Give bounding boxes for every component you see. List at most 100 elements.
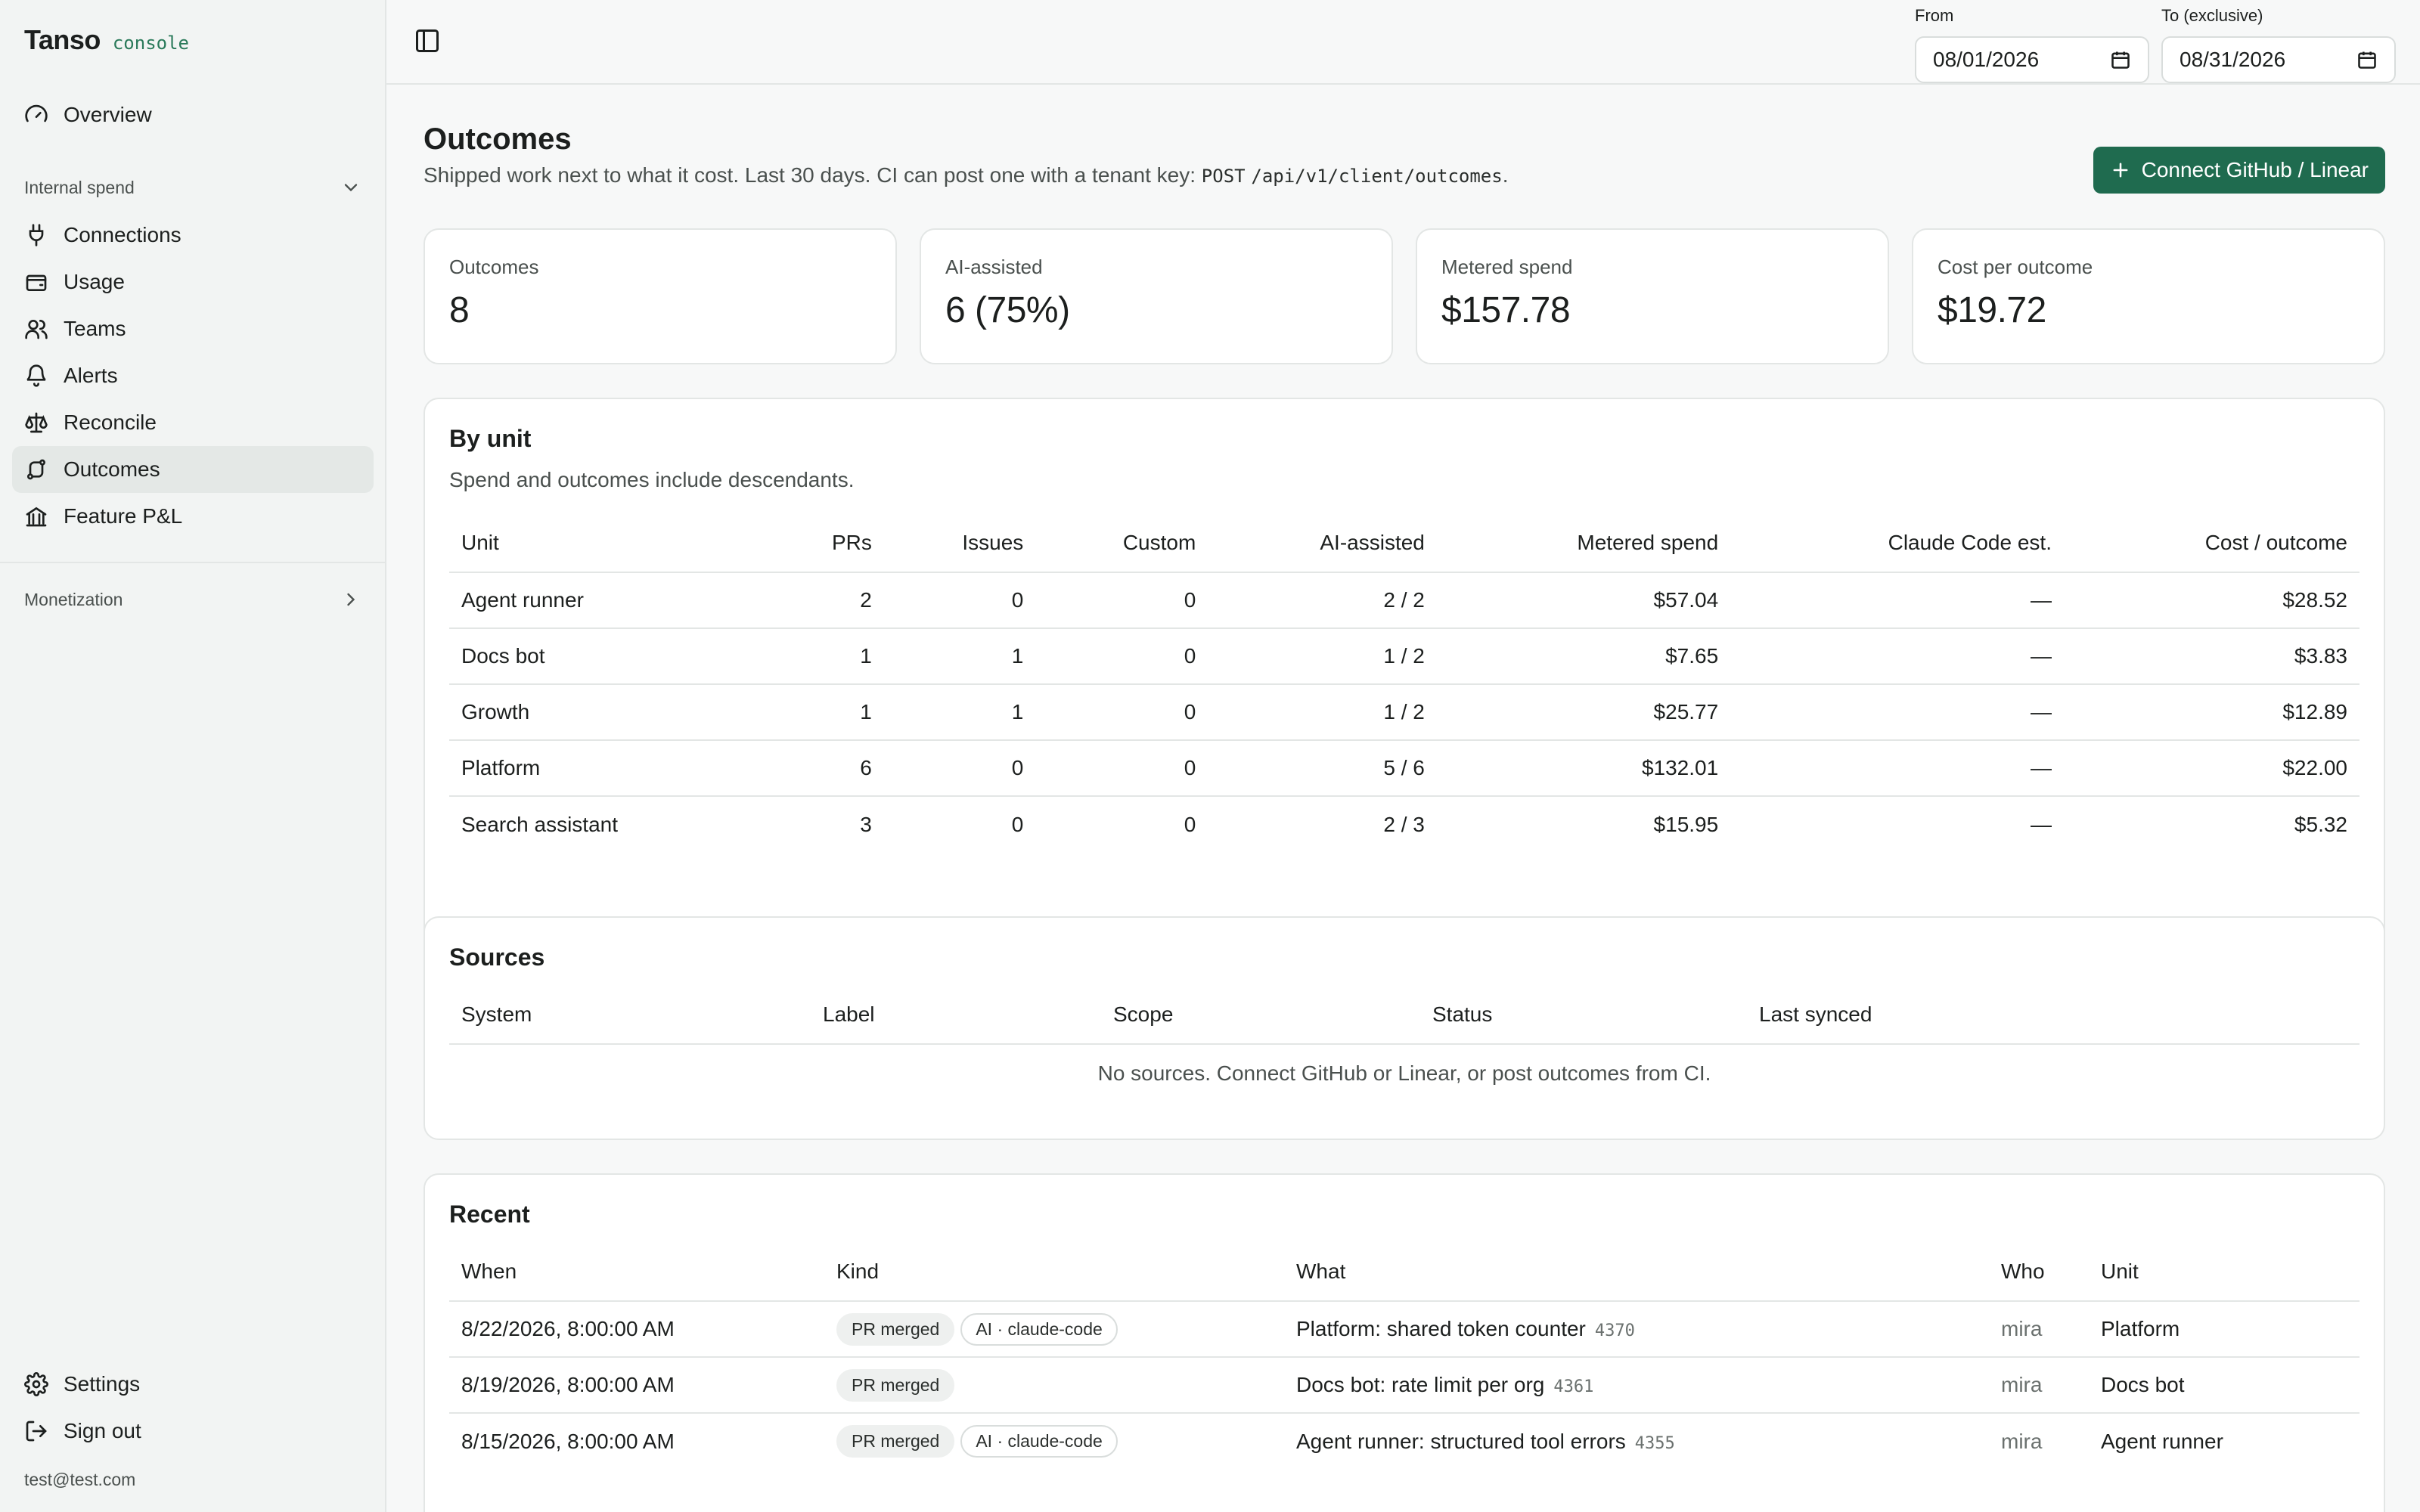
table-row[interactable]: Docs bot 1 1 0 1 / 2 $7.65 — $3.83 (449, 628, 2360, 685)
sidebar-divider (0, 562, 385, 563)
table-header-row: Unit PRs Issues Custom AI-assisted Meter… (449, 513, 2360, 573)
cell: 0 (883, 740, 1036, 797)
endpoint-path: /api/v1/client/outcomes (1251, 166, 1503, 187)
connect-github-linear-button[interactable]: Connect GitHub / Linear (2093, 147, 2385, 194)
col-when: When (449, 1242, 824, 1302)
card-title: Recent (449, 1201, 530, 1228)
kind-badge: PR merged (836, 1368, 955, 1402)
nav-top: Overview (12, 91, 374, 138)
sidebar-item-label: Settings (64, 1372, 141, 1396)
sidebar-item-label: Teams (64, 317, 126, 340)
sidebar-item-connections[interactable]: Connections (12, 212, 374, 259)
user-email: test@test.com (24, 1470, 136, 1489)
from-label: From (1915, 6, 1954, 25)
to-date-value: 08/31/2026 (2180, 48, 2286, 71)
cell: 1 (770, 628, 884, 685)
cell-what[interactable]: Docs bot: rate limit per org 4361 (1284, 1357, 1989, 1414)
cell: Docs bot (449, 628, 771, 685)
cell-when: 8/15/2026, 8:00:00 AM (461, 1429, 675, 1453)
col-who: Who (1989, 1242, 2089, 1302)
col-what: What (1284, 1242, 1989, 1302)
kind-badge: PR merged (836, 1312, 955, 1346)
users-icon (25, 320, 48, 339)
sidebar-item-label: Connections (64, 223, 182, 246)
cell: — (1730, 572, 2064, 629)
sidebar-item-usage[interactable]: Usage (12, 259, 374, 305)
to-date-input[interactable]: 08/31/2026 (2161, 36, 2396, 83)
stat-card-metered-spend: Metered spend $157.78 (1416, 228, 1889, 364)
sidebar-item-overview[interactable]: Overview (12, 91, 374, 138)
subtitle-end: . (1502, 163, 1509, 187)
brand[interactable]: Tanso console (24, 24, 189, 56)
cell: $3.83 (2063, 628, 2360, 685)
topbar: From 08/01/2026 To (exclusive) 08/31/202… (386, 0, 2420, 85)
connect-button-label: Connect GitHub / Linear (2141, 158, 2369, 181)
cell: 1 / 2 (1208, 628, 1437, 685)
subtitle-text: Shipped work next to what it cost. Last … (424, 163, 1196, 187)
sources-table: System Label Scope Status Last synced No… (449, 985, 2360, 1101)
sidebar-item-reconcile[interactable]: Reconcile (12, 399, 374, 446)
table-row[interactable]: Growth 1 1 0 1 / 2 $25.77 — $12.89 (449, 684, 2360, 741)
recent-table: When Kind What Who Unit 8/22/2026, 8:00:… (449, 1242, 2360, 1469)
cell: 1 (770, 684, 884, 741)
col-metered-spend: Metered spend (1436, 513, 1731, 573)
calendar-icon[interactable] (2110, 49, 2131, 70)
from-date-value: 08/01/2026 (1933, 48, 2040, 71)
sidebar-toggle-icon[interactable] (414, 27, 441, 54)
calendar-icon[interactable] (2356, 49, 2378, 70)
cell: $132.01 (1436, 740, 1731, 797)
cell: — (1730, 684, 2064, 741)
sidebar-item-outcomes[interactable]: Outcomes (12, 446, 374, 493)
cell: Search assistant (461, 812, 618, 836)
sidebar: Tanso console Overview Internal spend Co… (0, 0, 386, 1512)
nav-internal-spend: Connections Usage Teams Alerts Reconcile… (12, 212, 374, 540)
what-text: Agent runner: structured tool errors (1296, 1429, 1626, 1453)
sidebar-item-label: Alerts (64, 364, 118, 387)
cell: 3 (860, 812, 872, 836)
card-subtitle: Spend and outcomes include descendants. (449, 468, 855, 491)
cell: Agent runner (449, 572, 771, 629)
stat-card-ai-assisted: AI-assisted 6 (75%) (920, 228, 1393, 364)
endpoint-method: POST (1201, 166, 1246, 187)
cell: $22.00 (2063, 740, 2360, 797)
cell: $5.32 (2294, 812, 2347, 836)
cell: 6 (770, 740, 884, 797)
cell: $28.52 (2063, 572, 2360, 629)
cell-kind: PR merged AI · claude-code (824, 1301, 1284, 1358)
table-row[interactable]: 8/15/2026, 8:00:00 AM PR merged AI · clau… (449, 1413, 2360, 1469)
sidebar-item-label: Sign out (64, 1419, 141, 1442)
table-row[interactable]: 8/19/2026, 8:00:00 AM PR merged Docs bot… (449, 1357, 2360, 1414)
table-row[interactable]: 8/22/2026, 8:00:00 AM PR merged AI · clau… (449, 1301, 2360, 1358)
sidebar-item-label: Overview (64, 103, 152, 126)
pr-number: 4361 (1553, 1377, 1594, 1396)
stat-label: Outcomes (449, 256, 539, 278)
section-monetization[interactable]: Monetization (24, 584, 361, 615)
route-icon (27, 459, 45, 480)
sidebar-item-label: Feature P&L (64, 504, 183, 528)
section-internal-spend[interactable]: Internal spend (24, 172, 361, 203)
to-label: To (exclusive) (2161, 6, 2263, 25)
sidebar-item-sign-out[interactable]: Sign out (12, 1408, 374, 1455)
sidebar-item-settings[interactable]: Settings (12, 1361, 374, 1408)
from-date-input[interactable]: 08/01/2026 (1915, 36, 2149, 83)
cell-what[interactable]: Platform: shared token counter 4370 (1284, 1301, 1989, 1358)
gear-icon (24, 1372, 48, 1396)
cell-kind: PR merged (824, 1357, 1284, 1414)
section-label: Monetization (24, 589, 123, 609)
ai-badge: AI · claude-code (960, 1425, 1118, 1458)
table-row[interactable]: Platform 6 0 0 5 / 6 $132.01 — $22.00 (449, 740, 2360, 797)
table-row[interactable]: Agent runner 2 0 0 2 / 2 $57.04 — $28.52 (449, 572, 2360, 629)
plus-icon (2113, 163, 2128, 178)
what-text: Platform: shared token counter (1296, 1317, 1586, 1340)
what-text: Docs bot: rate limit per org (1296, 1373, 1545, 1396)
table-row[interactable]: Search assistant 3 0 0 2 / 3 $15.95 — $5… (449, 796, 2360, 852)
sidebar-item-feature-pl[interactable]: Feature P&L (12, 493, 374, 540)
cell-when: 8/19/2026, 8:00:00 AM (449, 1357, 824, 1414)
sidebar-item-teams[interactable]: Teams (12, 305, 374, 352)
col-claude-code-est: Claude Code est. (1730, 513, 2064, 573)
stat-cards: Outcomes 8 AI-assisted 6 (75%) Metered s… (424, 228, 2385, 364)
sidebar-item-alerts[interactable]: Alerts (12, 352, 374, 399)
stat-card-cost-per-outcome: Cost per outcome $19.72 (1912, 228, 2385, 364)
cell-what[interactable]: Agent runner: structured tool errors 4355 (1284, 1413, 1989, 1469)
brand-name: Tanso (24, 24, 101, 55)
